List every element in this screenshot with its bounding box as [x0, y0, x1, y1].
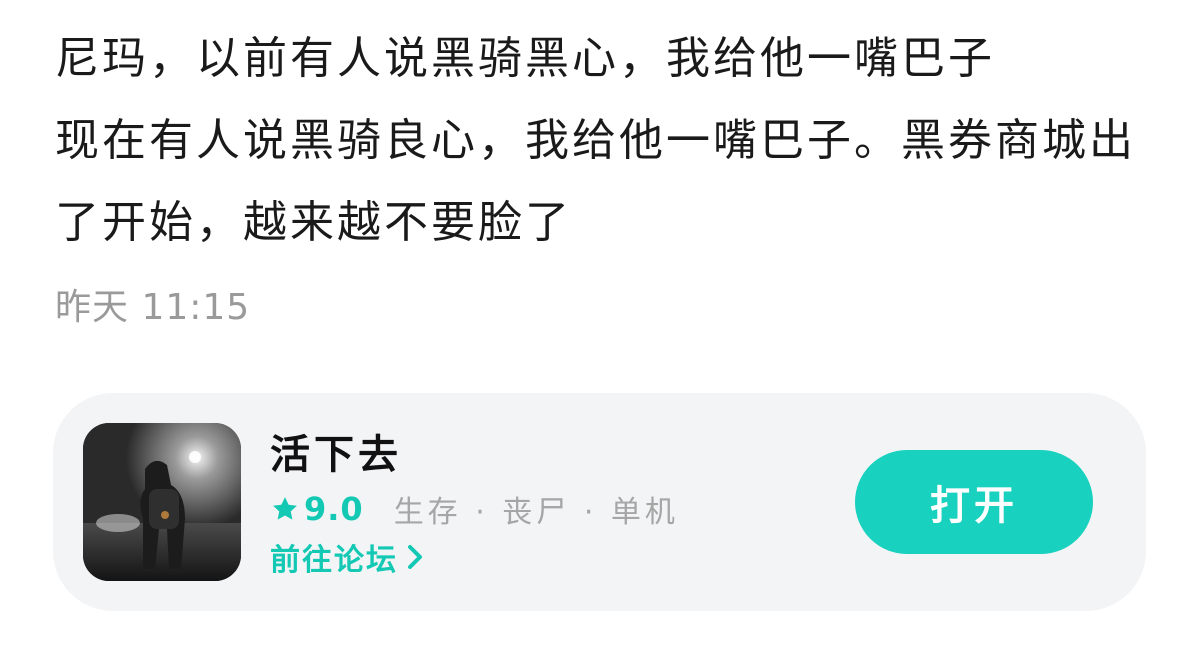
game-meta: 9.0 生存 · 丧尸 · 单机 — [270, 489, 679, 530]
post-content: 尼玛，以前有人说黑骑黑心，我给他一嘴巴子 现在有人说黑骑良心，我给他一嘴巴子。黑… — [55, 33, 1136, 248]
post-timestamp: 昨天 11:15 — [55, 287, 251, 328]
forum-link-label: 前往论坛 — [270, 543, 398, 578]
chevron-right-icon — [408, 545, 422, 569]
post-container: 尼玛，以前有人说黑骑黑心，我给他一嘴巴子 现在有人说黑骑良心，我给他一嘴巴子。黑… — [0, 0, 1200, 653]
game-thumbnail[interactable] — [83, 423, 241, 581]
open-game-button[interactable]: 打开 — [855, 450, 1093, 554]
game-rating: 9.0 — [304, 490, 364, 528]
forum-link[interactable]: 前往论坛 — [270, 537, 426, 578]
game-tags: 生存 · 丧尸 · 单机 — [393, 495, 679, 530]
star-icon — [273, 497, 297, 520]
game-cover-image-icon — [83, 423, 241, 581]
game-title: 活下去 — [270, 432, 402, 478]
game-card[interactable]: 活下去 9.0 生存 · 丧尸 · 单机 前往论坛 打开 — [53, 393, 1146, 611]
